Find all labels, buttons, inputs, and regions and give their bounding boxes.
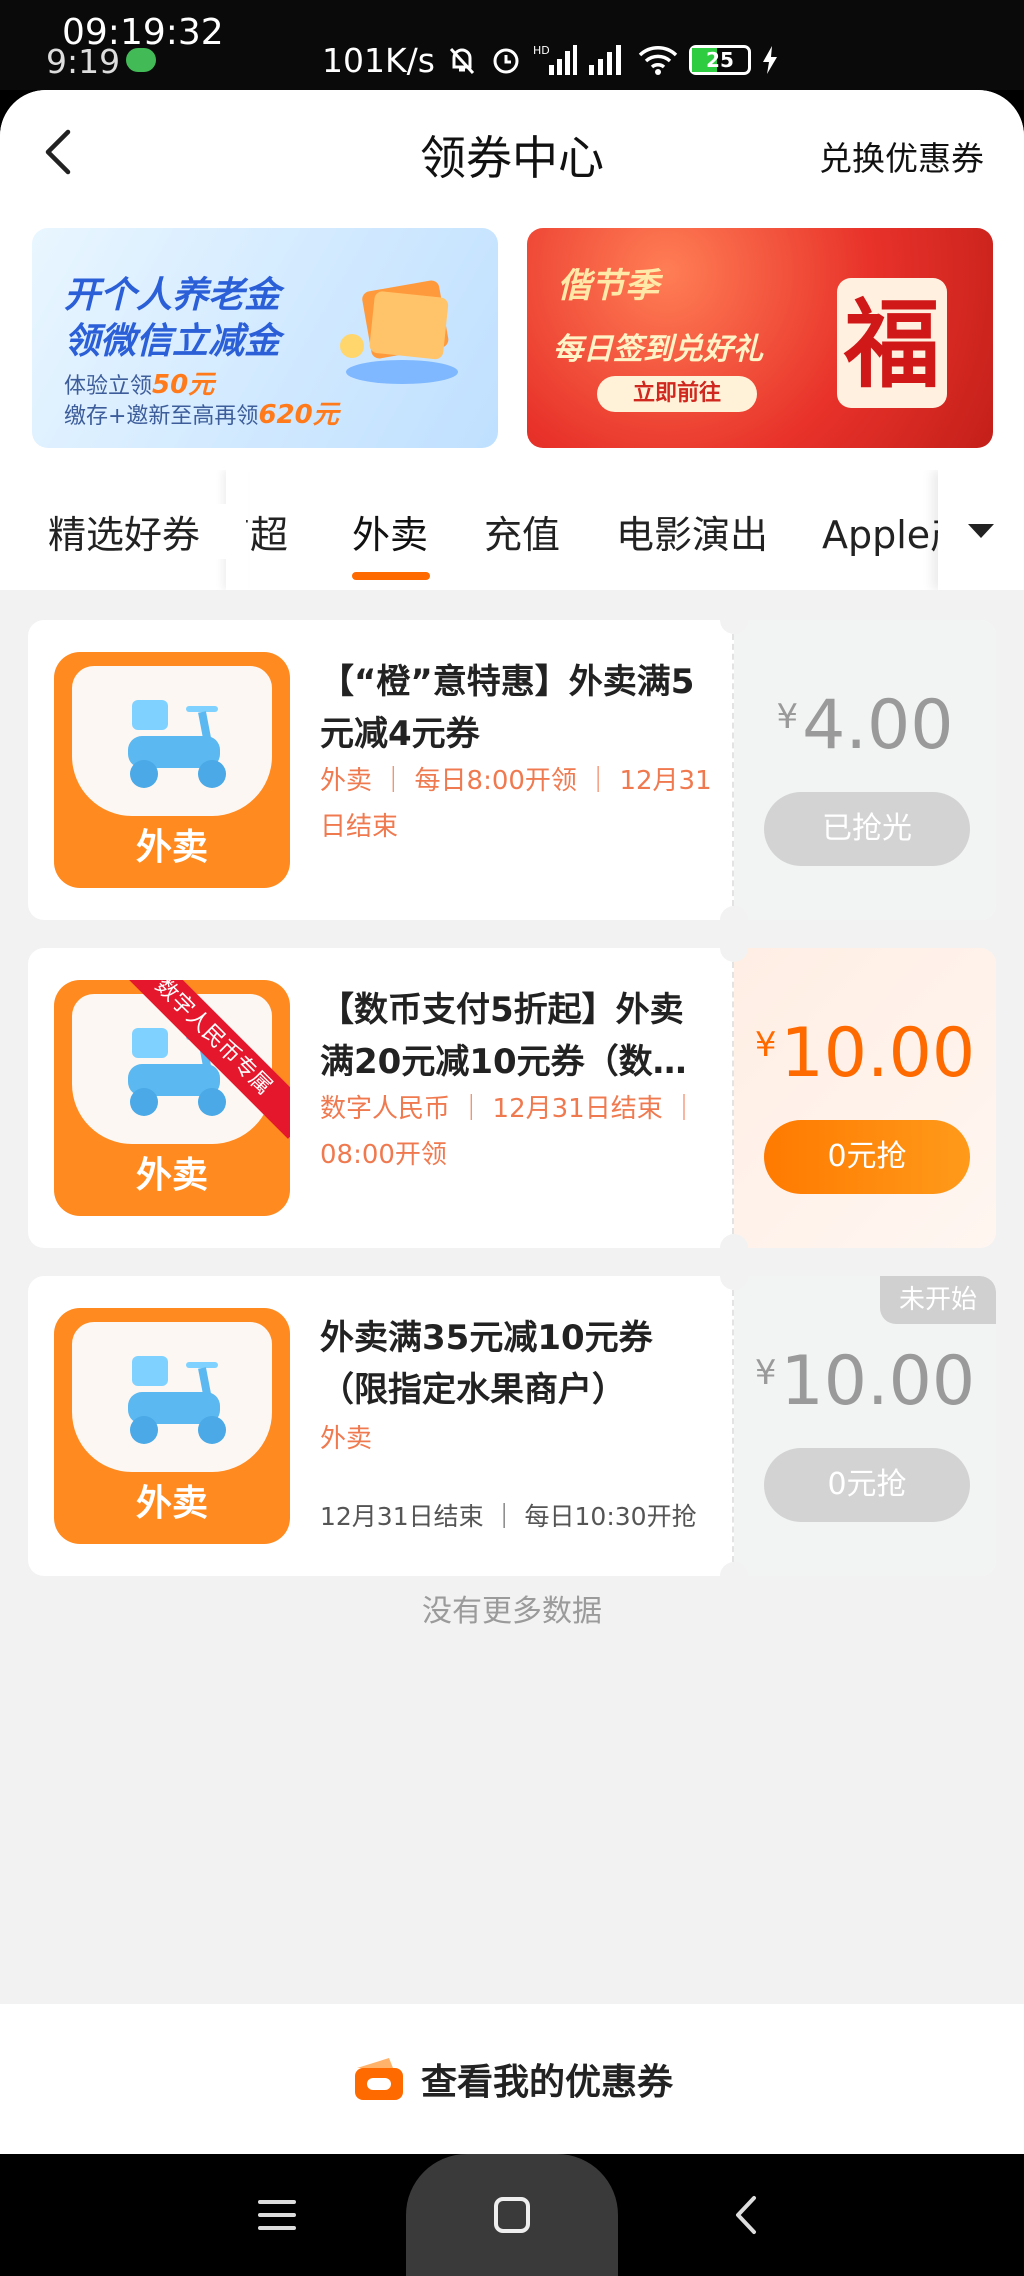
menu-icon[interactable] [246, 2184, 308, 2246]
coupon-amount: 4.00 [802, 686, 954, 765]
signal-icon [588, 45, 621, 75]
coupon-card: 外卖 【“橙”意特惠】外卖满5元减4元券 外卖 ｜ 每日8:00开领 ｜ 12月… [28, 620, 996, 920]
wechat-notification-icon [126, 48, 156, 72]
coupon-price-panel [734, 620, 996, 920]
banner-amount-2: 620元 [258, 400, 339, 430]
back-nav-icon[interactable] [716, 2184, 778, 2246]
fortune-character-icon: 福 [837, 278, 947, 408]
signal-hd-icon: HD [533, 44, 577, 75]
wifi-icon [638, 46, 678, 75]
active-tab-indicator [352, 572, 430, 580]
scooter-icon [128, 700, 226, 788]
coupon-divider [732, 1290, 734, 1562]
grab-coupon-button-disabled[interactable]: 0元抢 [764, 1448, 970, 1522]
coupon-meta: 外卖 [320, 1424, 373, 1454]
battery-icon: 25 [688, 45, 751, 75]
takeout-thumbnail: 外卖 [54, 652, 290, 888]
mute-bell-icon [449, 47, 475, 75]
svg-text:HD: HD [533, 44, 550, 57]
category-tabs: 商超 精选好券 外卖 充值 电影演出 Apple产 [0, 470, 1024, 590]
fortune-character: 福 [843, 288, 940, 401]
banner-headline: 每日签到兑好礼 [553, 332, 763, 367]
currency-symbol: ¥ [754, 1025, 777, 1065]
coupon-title: 【数币支付5折起】外卖 [320, 990, 684, 1030]
clock: 9:19 [46, 42, 121, 81]
system-nav-bar [0, 2154, 1024, 2276]
coupon-wallet-icon [354, 2058, 403, 2100]
status-icons: 101K/s HD 25 [322, 40, 779, 80]
coupon-divider [732, 962, 734, 1234]
thumbnail-label: 外卖 [135, 1483, 208, 1524]
thumbnail-label: 外卖 [135, 1155, 208, 1196]
no-more-data-text: 没有更多数据 [422, 1594, 602, 1629]
coupon-title: 【“橙”意特惠】外卖满5元减4元券 [320, 662, 695, 754]
checkin-banner[interactable]: 偕节季 每日签到兑好礼 立即前往 福 [527, 228, 993, 448]
sold-out-button[interactable]: 已抢光 [764, 792, 970, 866]
alarm-icon [493, 48, 519, 74]
tab-takeout[interactable]: 外卖 [352, 504, 428, 559]
thumbnail-inner [72, 666, 272, 816]
my-coupons-label: 查看我的优惠券 [420, 2062, 673, 2103]
coupon-value: ¥10.00 [734, 1014, 996, 1093]
charging-icon [762, 46, 777, 74]
footer-bar: 查看我的优惠券 [0, 2004, 1024, 2154]
takeout-thumbnail: 外卖 [54, 1308, 290, 1544]
my-coupons-button[interactable]: 查看我的优惠券 [0, 2004, 1024, 2154]
coupon-title-cont: 满20元减10元券（数… [320, 1042, 687, 1082]
card-illustration-icon [340, 280, 458, 384]
coupon-meta-cont: 08:00开领 [320, 1140, 447, 1170]
thumbnail-inner [72, 1322, 272, 1472]
not-started-badge: 未开始 [880, 1276, 996, 1324]
coupon-title: 外卖满35元减10元券 [320, 1318, 653, 1358]
banner-headline: 开个人养老金 [64, 275, 281, 316]
takeout-thumbnail: 数字人民币专属 外卖 [54, 980, 290, 1216]
coupon-card: 数字人民币专属 外卖 【数币支付5折起】外卖 满20元减10元券（数… 数字人民… [28, 948, 996, 1248]
expand-tabs-button[interactable] [938, 470, 1024, 590]
net-speed: 101K/s [322, 40, 435, 80]
currency-symbol: ¥ [754, 1353, 777, 1393]
coupon-meta-cont: 日结束 [320, 812, 399, 842]
coupon-divider [732, 634, 734, 906]
home-button[interactable] [406, 2154, 618, 2276]
status-bar: 09:19:32 9:19 101K/s HD 25 [0, 0, 1024, 90]
triangle-down-icon [968, 524, 994, 538]
home-square-icon [494, 2197, 530, 2233]
banner-detail-2: 缴存+邀新至高再领620元 [64, 394, 339, 431]
coupon-value: ¥4.00 [734, 686, 996, 765]
banner-detail-2-text: 缴存+邀新至高再领 [64, 404, 259, 429]
coupon-value: ¥10.00 [734, 1342, 996, 1421]
pension-banner[interactable]: 开个人养老金 领微信立减金 体验立领50元 缴存+邀新至高再领620元 [32, 228, 498, 448]
coupon-meta: 数字人民币 ｜ 12月31日结束 ｜ [320, 1094, 697, 1124]
tab-featured[interactable]: 精选好券 [0, 504, 246, 559]
scooter-icon [128, 1356, 226, 1444]
coupon-center-page: 领券中心 兑换优惠券 开个人养老金 领微信立减金 体验立领50元 缴存+邀新至高… [0, 90, 1024, 2154]
coupon-meta: 外卖 ｜ 每日8:00开领 ｜ 12月31 [320, 766, 712, 796]
tab-movies-shows[interactable]: 电影演出 [616, 504, 768, 559]
coupon-amount: 10.00 [780, 1342, 976, 1421]
battery-level: 25 [706, 48, 734, 72]
redeem-coupon-link[interactable]: 兑换优惠券 [819, 132, 984, 180]
coupon-title-cont: （限指定水果商户） [320, 1370, 626, 1410]
festival-logo: 偕节季 [557, 266, 659, 306]
header: 领券中心 兑换优惠券 开个人养老金 领微信立减金 体验立领50元 缴存+邀新至高… [0, 90, 1024, 590]
coupon-price-panel [734, 948, 996, 1248]
coupon-amount: 10.00 [780, 1014, 976, 1093]
coupon-schedule: 12月31日结束 ｜ 每日10:30开抢 [320, 1502, 697, 1531]
banner-subheadline: 领微信立减金 [64, 321, 281, 362]
tab-recharge[interactable]: 充值 [484, 504, 560, 559]
grab-coupon-button[interactable]: 0元抢 [764, 1120, 970, 1194]
coupon-card: 未开始 外卖 外卖满35元减10元券 （限指定水果商户） 外卖 12月31日结束… [28, 1276, 996, 1576]
currency-symbol: ¥ [776, 697, 799, 737]
thumbnail-label: 外卖 [135, 827, 208, 868]
go-now-button[interactable]: 立即前往 [597, 376, 757, 412]
